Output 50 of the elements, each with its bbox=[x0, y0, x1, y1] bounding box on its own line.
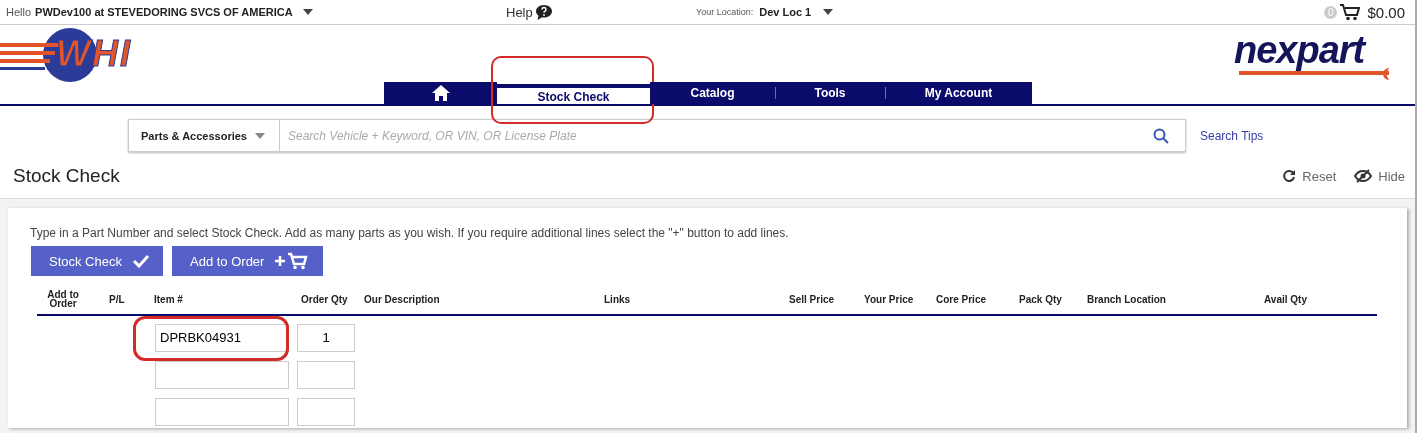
page-title: Stock Check bbox=[13, 165, 120, 187]
column-header: Order Qty bbox=[300, 293, 349, 305]
help-link[interactable]: Help bbox=[506, 4, 533, 20]
cart-total: $0.00 bbox=[1367, 3, 1405, 21]
nav-tab[interactable]: Catalog bbox=[650, 82, 775, 104]
help-icon[interactable] bbox=[535, 4, 552, 20]
column-header: Links bbox=[603, 293, 632, 305]
search-icon[interactable] bbox=[1153, 127, 1169, 144]
checkmark-icon bbox=[132, 254, 150, 268]
order-qty-field[interactable] bbox=[297, 397, 355, 426]
greeting-text: Hello bbox=[6, 6, 32, 18]
caret-icon bbox=[255, 132, 265, 139]
column-header: Branch Location bbox=[1086, 293, 1167, 305]
home-icon bbox=[431, 85, 450, 101]
nav-tab[interactable]: Tools bbox=[775, 82, 885, 104]
column-header: P/L bbox=[108, 293, 126, 305]
item-number-field[interactable]: DPRBK04931 bbox=[155, 323, 289, 352]
column-header: Item # bbox=[153, 293, 184, 305]
nav-tab[interactable]: Stock Check bbox=[497, 84, 650, 104]
nexpart-logo: nexpart bbox=[1234, 29, 1409, 77]
column-header: Sell Price bbox=[788, 293, 836, 305]
nav-tab[interactable] bbox=[384, 82, 497, 104]
item-number-field[interactable] bbox=[155, 360, 289, 389]
stock-check-button[interactable]: Stock Check bbox=[31, 246, 163, 276]
refresh-icon bbox=[1282, 169, 1297, 183]
hide-button[interactable]: Hide bbox=[1354, 168, 1405, 184]
nav-tab[interactable]: My Account bbox=[885, 82, 1032, 104]
caret-icon[interactable] bbox=[302, 9, 313, 15]
column-header: Our Description bbox=[363, 293, 441, 305]
column-header: Your Price bbox=[863, 293, 915, 305]
user-account-menu[interactable]: PWDev100 at STEVEDORING SVCS OF AMERICA bbox=[35, 6, 293, 18]
cart-icon[interactable] bbox=[1340, 3, 1361, 21]
item-number-field[interactable] bbox=[155, 397, 289, 426]
add-to-order-button[interactable]: Add to Order bbox=[172, 246, 323, 276]
location-selector[interactable]: Dev Loc 1 bbox=[759, 6, 812, 18]
order-qty-field[interactable]: 1 bbox=[297, 323, 355, 352]
location-label: Your Location: bbox=[696, 7, 754, 17]
instructions-text: Type in a Part Number and select Stock Check. Add as many parts as you wish. If you require additional lines select the "+" button to add lines. bbox=[30, 225, 790, 240]
column-header: Pack Qty bbox=[1018, 293, 1063, 305]
column-header: Add to Order bbox=[46, 290, 80, 308]
search-field[interactable]: Parts & Accessories Search Vehicle + Keyword, OR VIN, OR License Plate bbox=[128, 119, 1186, 152]
eye-slash-icon bbox=[1354, 169, 1373, 183]
order-qty-field[interactable] bbox=[297, 360, 355, 389]
search-tips-link[interactable]: Search Tips bbox=[1200, 128, 1264, 143]
category-dropdown[interactable]: Parts & Accessories bbox=[129, 120, 280, 151]
reset-button[interactable]: Reset bbox=[1282, 168, 1337, 184]
caret-icon[interactable] bbox=[823, 9, 834, 15]
column-header: Core Price bbox=[935, 293, 988, 305]
column-header: Avail Qty bbox=[1263, 293, 1308, 305]
add-cart-icon bbox=[274, 252, 309, 270]
